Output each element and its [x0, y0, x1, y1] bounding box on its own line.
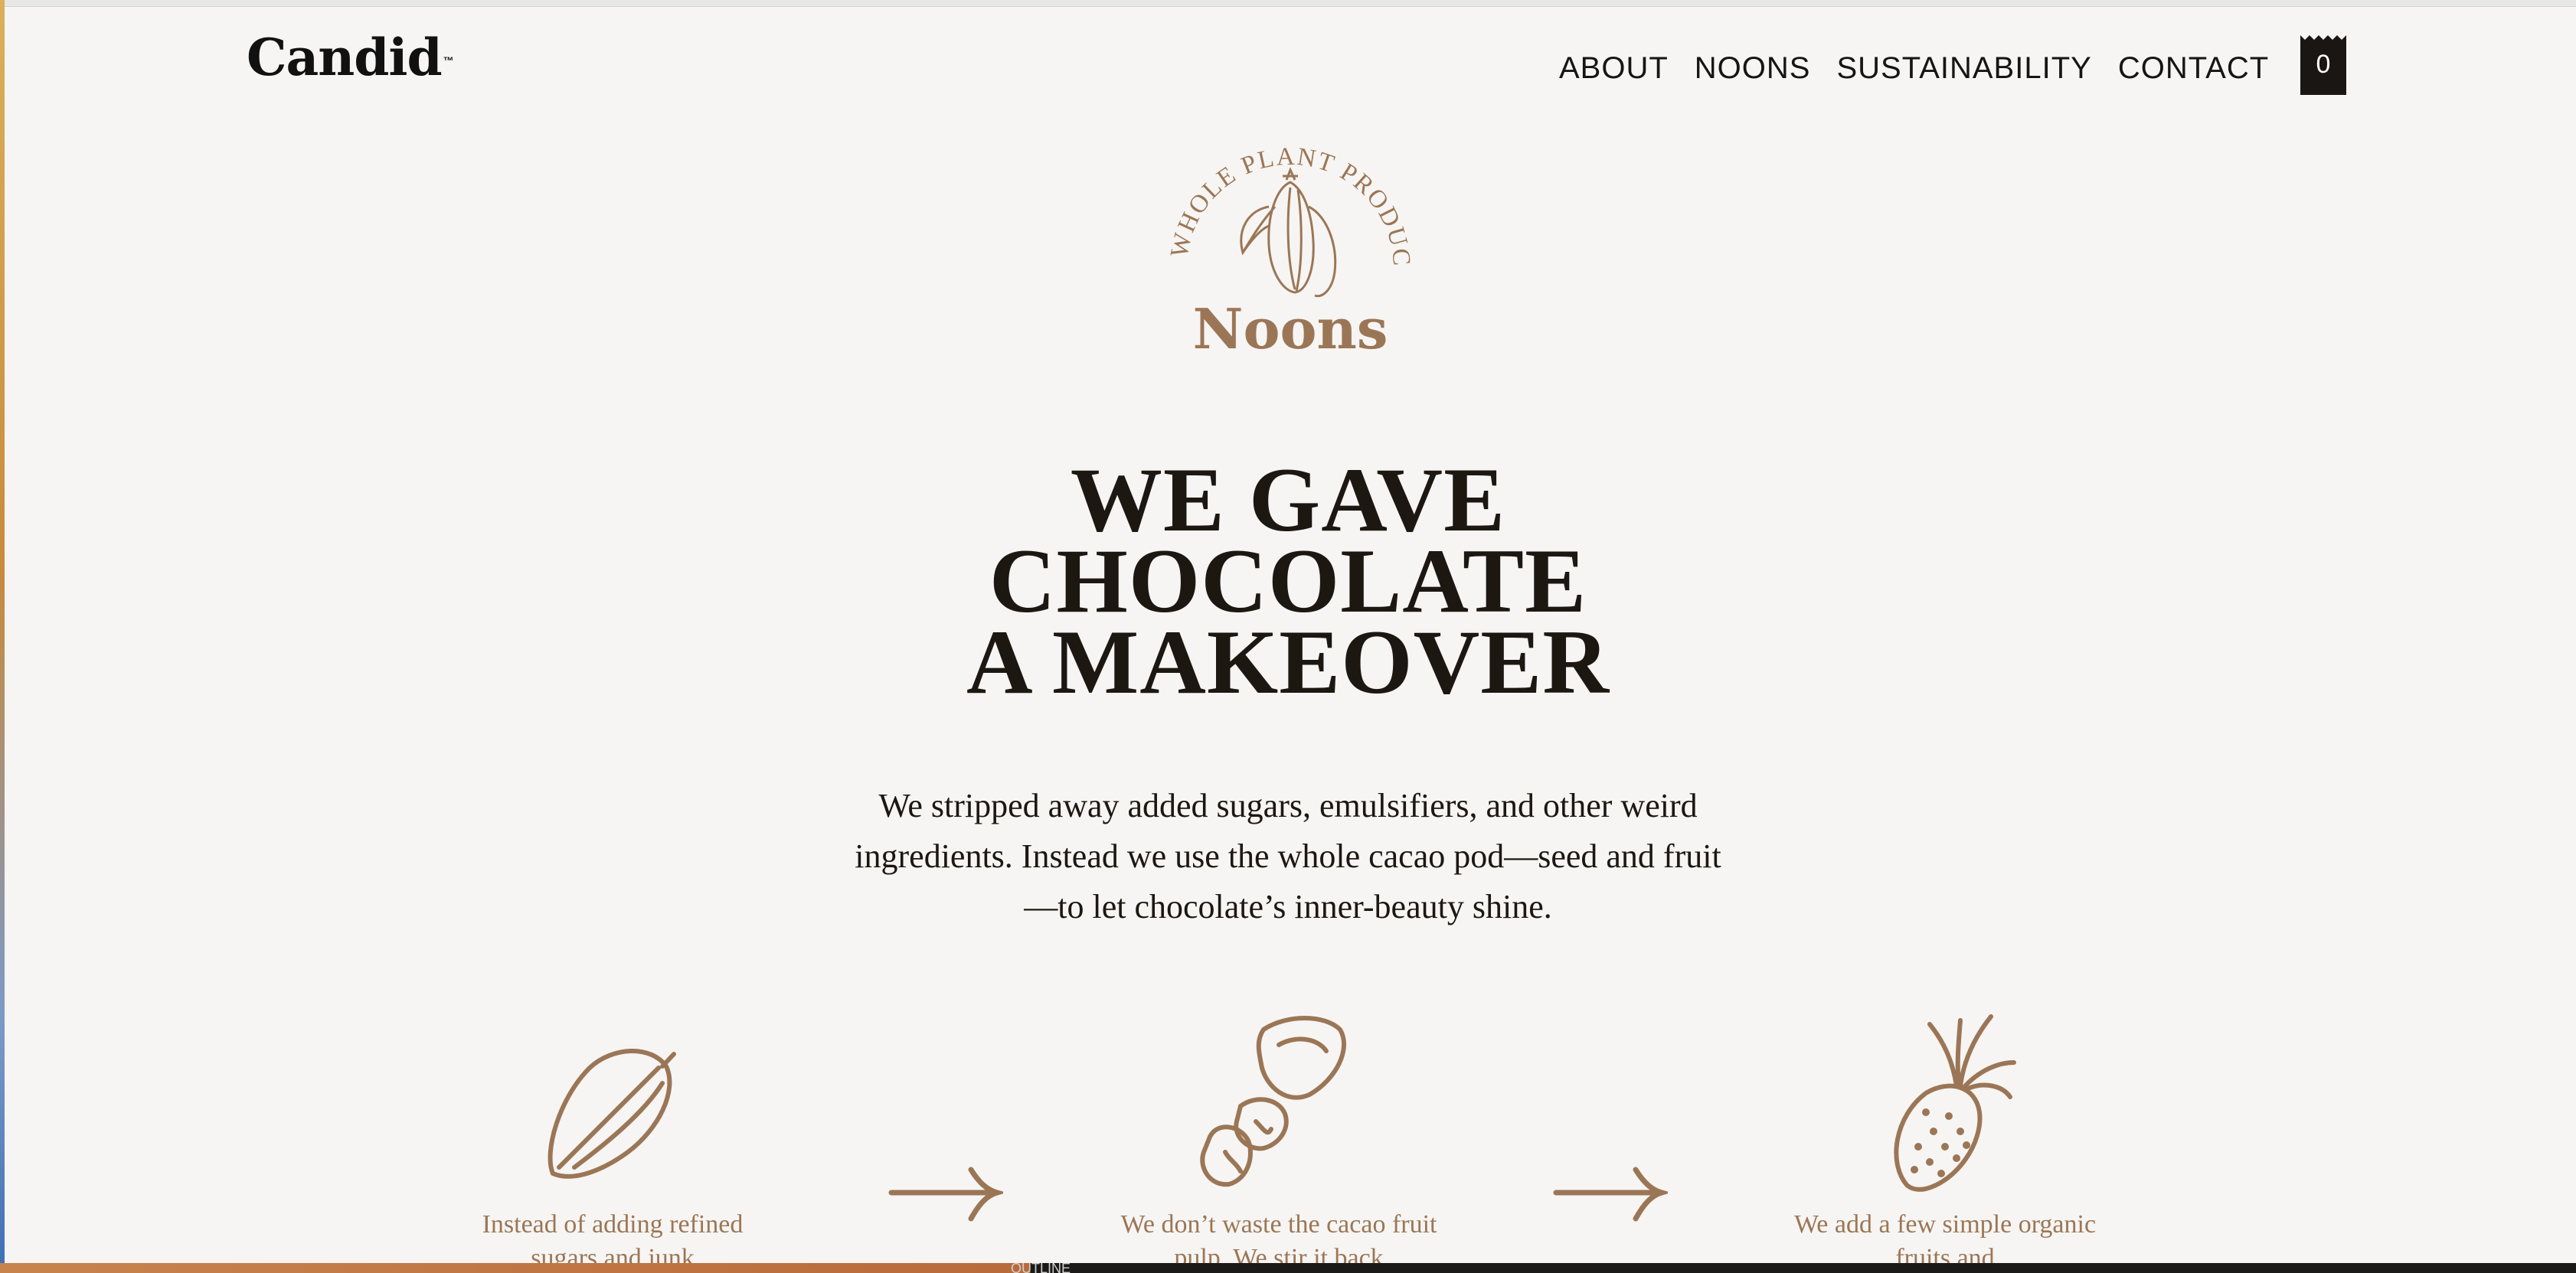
nav-about[interactable]: ABOUT [1559, 47, 1669, 89]
window-bottom-edge [0, 1263, 2576, 1273]
brand-name: Candid [247, 28, 443, 87]
cacao-pod-icon [548, 1049, 676, 1179]
cart-count: 0 [2316, 49, 2331, 79]
headline-line-1: WE GAVE [1070, 449, 1506, 550]
cart-button[interactable]: 0 [2300, 34, 2346, 95]
cart-bag-icon [2300, 34, 2346, 40]
noons-badge: A WHOLE PLANT PRODUCT Noons [1145, 115, 1414, 361]
badge-product-name: Noons [1193, 296, 1388, 361]
taskbar-ghost-text: OUTLINE [1011, 1261, 1071, 1273]
nav-contact[interactable]: CONTACT [2118, 47, 2269, 89]
headline-line-2: CHOCOLATE [989, 530, 1587, 632]
main-nav: ABOUT NOONS SUSTAINABILITY CONTACT [1559, 47, 2295, 89]
hero-headline: WE GAVE CHOCOLATE A MAKEOVER [829, 449, 1747, 713]
arrow-right-icon [888, 1167, 1003, 1222]
window-top-edge [0, 0, 2576, 7]
pineapple-icon [1894, 1014, 2016, 1192]
hero-intro: We stripped away added sugars, emulsifie… [855, 787, 1721, 925]
nav-noons[interactable]: NOONS [1695, 47, 1811, 89]
cacao-pod-emblem-icon [1240, 167, 1337, 298]
brand-logo[interactable]: Candid ™ [247, 28, 454, 87]
nav-sustainability[interactable]: SUSTAINABILITY [1836, 47, 2091, 89]
page: Candid ™ ABOUT NOONS SUSTAINABILITY CONTA… [0, 0, 2576, 1273]
window-left-edge [0, 0, 5, 1273]
trademark-symbol: ™ [443, 54, 454, 67]
arrow-right-icon [1553, 1167, 1668, 1222]
cacao-fruit-icon [1200, 1016, 1346, 1187]
headline-line-3: A MAKEOVER [966, 611, 1610, 713]
